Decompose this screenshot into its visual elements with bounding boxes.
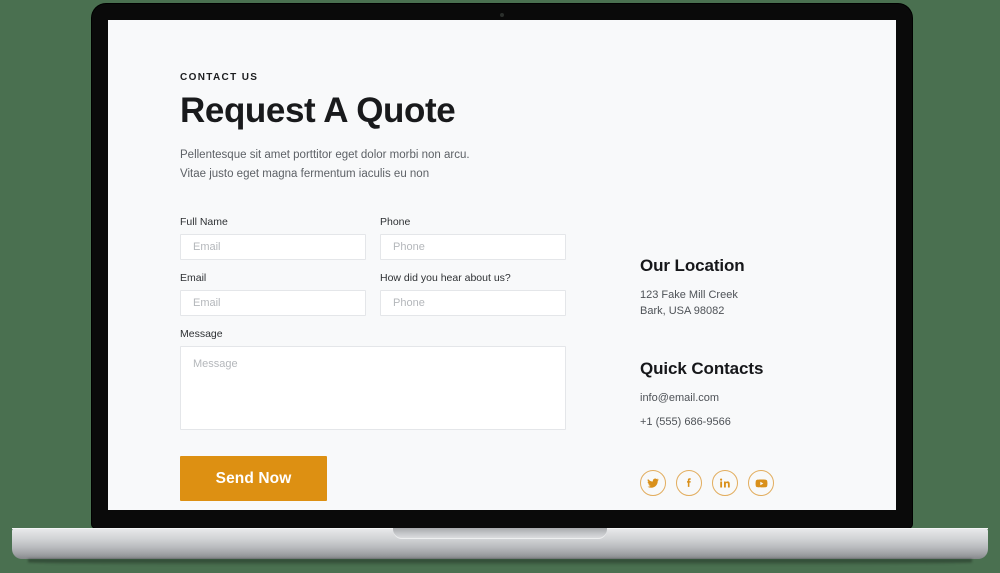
field-phone: Phone xyxy=(380,216,566,261)
phone-input[interactable] xyxy=(380,234,566,261)
social-link-twitter[interactable] xyxy=(640,470,666,497)
address-line-2: Bark, USA 98082 xyxy=(640,304,725,317)
full-name-input[interactable] xyxy=(180,234,366,261)
full-name-label: Full Name xyxy=(180,216,228,229)
linkedin-icon xyxy=(719,477,731,489)
contact-phone[interactable]: +1 (555) 686-9566 xyxy=(640,415,870,431)
phone-label: Phone xyxy=(380,216,411,229)
page-title: Request A Quote xyxy=(180,91,456,130)
laptop-base-shadow xyxy=(28,559,972,566)
field-referral-source: How did you hear about us? xyxy=(380,272,566,317)
email-label: Email xyxy=(180,272,207,285)
social-links xyxy=(640,470,870,497)
social-link-linkedin[interactable] xyxy=(712,470,738,497)
send-now-button[interactable]: Send Now xyxy=(180,456,327,502)
laptop-base xyxy=(12,528,988,559)
email-input[interactable] xyxy=(180,290,366,317)
laptop-screen: CONTACT US Request A Quote Pellentesque … xyxy=(108,20,896,510)
laptop-mockup: CONTACT US Request A Quote Pellentesque … xyxy=(0,0,1000,573)
contact-info-panel: Our Location 123 Fake Mill Creek Bark, U… xyxy=(640,216,870,501)
quote-request-form: Full Name Phone Email xyxy=(180,216,580,502)
form-row-2: Email How did you hear about us? xyxy=(180,272,580,328)
message-label: Message xyxy=(180,328,223,341)
location-address: 123 Fake Mill Creek Bark, USA 98082 xyxy=(640,288,870,319)
facebook-icon xyxy=(683,477,695,489)
field-full-name: Full Name xyxy=(180,216,366,261)
youtube-icon xyxy=(755,477,768,490)
referral-source-label: How did you hear about us? xyxy=(380,272,511,285)
social-link-youtube[interactable] xyxy=(748,470,774,497)
form-row-1: Full Name Phone xyxy=(180,216,580,272)
quick-contacts-list: info@email.com +1 (555) 686-9566 xyxy=(640,391,870,430)
our-location-heading: Our Location xyxy=(640,256,745,276)
page-eyebrow: CONTACT US xyxy=(180,72,259,83)
content-columns: Full Name Phone Email xyxy=(180,216,896,502)
laptop-base-notch xyxy=(393,528,607,539)
contact-email[interactable]: info@email.com xyxy=(640,391,870,407)
webcam-icon xyxy=(500,13,504,17)
message-textarea[interactable] xyxy=(180,346,566,431)
field-email: Email xyxy=(180,272,366,317)
intro-line-1: Pellentesque sit amet porttitor eget dol… xyxy=(180,148,470,161)
quick-contacts-heading: Quick Contacts xyxy=(640,359,764,379)
page-intro: Pellentesque sit amet porttitor eget dol… xyxy=(180,146,896,186)
social-link-facebook[interactable] xyxy=(676,470,702,497)
twitter-icon xyxy=(647,477,659,489)
address-line-1: 123 Fake Mill Creek xyxy=(640,289,738,302)
field-message: Message xyxy=(180,328,566,431)
intro-line-2: Vitae justo eget magna fermentum iaculis… xyxy=(180,168,430,181)
contact-page: CONTACT US Request A Quote Pellentesque … xyxy=(108,20,896,510)
referral-source-input[interactable] xyxy=(380,290,566,317)
